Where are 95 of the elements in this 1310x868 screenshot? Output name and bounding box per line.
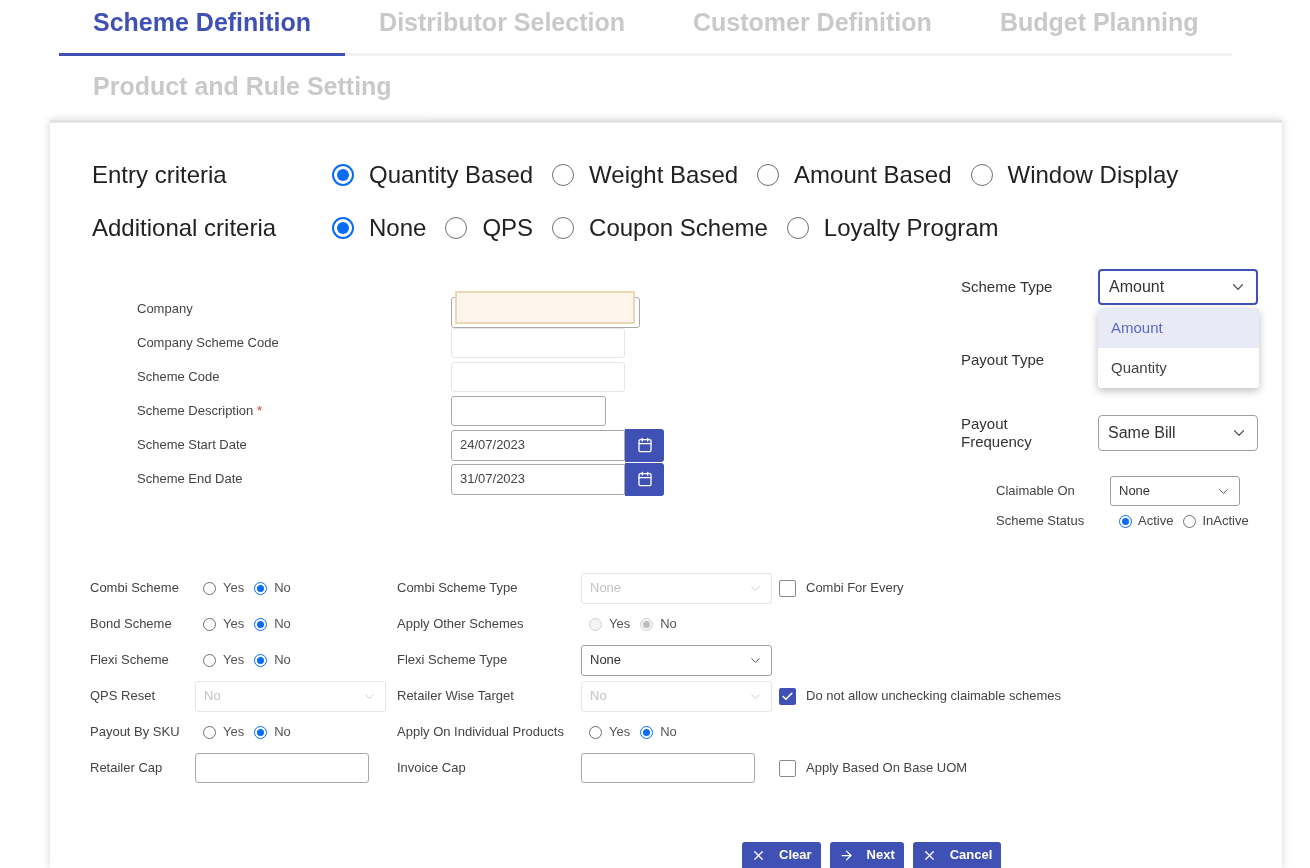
radio-label: Quantity Based [369,160,534,190]
radio-label: No [274,651,291,670]
field-label: Flexi Scheme Type [397,651,509,670]
field-label: Apply Other Schemes [397,615,525,634]
radio-label: Yes [609,723,631,742]
radio-button[interactable] [1119,514,1132,528]
radio-button[interactable] [203,581,216,595]
criteria-label: Entry criteria [92,160,228,190]
input-field[interactable] [581,753,755,783]
calendar-button[interactable] [625,428,664,462]
calendar-icon [636,437,653,453]
radio-label: Yes [223,615,245,634]
checkbox[interactable] [779,759,796,777]
radio-label: No [660,615,677,634]
field-label: Scheme Description * [137,402,263,421]
field-label: QPS Reset [90,687,157,706]
radio-label: No [274,579,291,598]
radio-button[interactable] [332,164,354,186]
radio-button[interactable] [254,725,268,739]
radio-label: Yes [223,579,245,598]
radio-label: Amount Based [794,160,952,190]
radio-button[interactable] [589,725,602,739]
radio-label: No [660,723,677,742]
field-label: Scheme End Date [137,470,244,489]
radio-button[interactable] [254,653,268,667]
field-label: Invoice Cap [397,759,467,778]
radio-label: Window Display [1007,160,1179,190]
radio-button[interactable] [640,725,654,739]
select-field[interactable]: None [581,644,772,676]
select-field[interactable]: Amount [1098,269,1258,305]
radio-button[interactable] [445,217,468,239]
field-label: Bond Scheme [90,615,173,634]
radio-label: InActive [1202,512,1249,531]
dropdown-option[interactable]: Quantity [1098,348,1259,388]
select-field[interactable]: None [1110,476,1240,506]
field-label: Flexi Scheme [90,651,170,670]
action-button[interactable]: Next [829,842,904,868]
input-field[interactable] [451,290,640,328]
radio-button[interactable] [1183,514,1197,528]
field-label: Combi Scheme [90,579,180,598]
checkbox[interactable] [779,579,796,597]
radio-button[interactable] [786,217,809,239]
field-label: Apply On Individual Products [397,723,565,742]
radio-label: Yes [223,723,245,742]
radio-button[interactable] [332,217,354,239]
field-label: Scheme Start Date [137,436,248,455]
select-field[interactable]: Same Bill [1098,415,1258,451]
checkbox[interactable] [779,687,796,705]
radio-button[interactable] [254,617,268,631]
tab[interactable]: Scheme Definition [59,0,346,56]
field-label: Company [137,300,194,319]
field-label: Payout By SKU [90,723,181,742]
radio-button[interactable] [203,725,216,739]
radio-label: Weight Based [589,160,739,190]
checkbox-label: Do not allow unchecking claimable schemes [806,687,1062,706]
field-label: Payout Type [961,351,1046,369]
field-label: Combi Scheme Type [397,579,519,598]
input-field[interactable] [195,753,369,783]
input-field[interactable] [451,396,606,426]
radio-button[interactable] [203,653,216,667]
radio-button[interactable] [254,581,268,595]
radio-label: No [274,615,291,634]
check-icon [781,689,794,703]
arrow-right-icon [838,847,854,863]
checkbox-label: Combi For Every [806,579,904,598]
date-field[interactable]: 31/07/2023 [451,463,625,495]
field-label: Scheme Status [996,512,1086,531]
field-label: Company Scheme Code [137,334,280,353]
action-button[interactable]: Cancel [912,842,1002,868]
radio-label: Yes [223,651,245,670]
calendar-button[interactable] [625,462,664,496]
dropdown-option[interactable]: Amount [1098,308,1259,348]
date-field[interactable]: 24/07/2023 [451,429,625,461]
radio-button[interactable] [757,164,780,186]
radio-label: Yes [609,615,631,634]
radio-button[interactable] [552,164,575,186]
field-label: Retailer Wise Target [397,687,515,706]
field-label: Claimable On [996,482,1076,501]
field-label: Payout Frequency [961,415,1033,451]
radio-button[interactable] [203,617,216,631]
radio-label: Loyalty Program [823,213,999,243]
radio-label: No [274,723,291,742]
radio-label: Coupon Scheme [589,213,768,243]
radio-button[interactable] [552,217,575,239]
radio-label: QPS [482,213,534,243]
action-button[interactable]: Clear [742,842,821,868]
radio-label: Active [1138,512,1174,531]
field-label: Retailer Cap [90,759,164,778]
field-label: Scheme Type [961,278,1054,296]
field-label: Scheme Code [137,368,221,387]
checkbox-label: Apply Based On Base UOM [806,759,968,778]
calendar-icon [636,471,653,487]
criteria-label: Additional criteria [92,213,278,243]
radio-button[interactable] [970,164,993,186]
radio-label: None [369,213,427,243]
